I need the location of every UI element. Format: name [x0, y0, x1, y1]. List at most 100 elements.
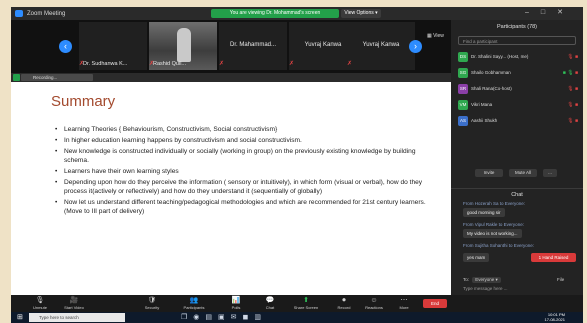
close-button[interactable]: ✕	[557, 9, 575, 16]
maximize-button[interactable]: □	[541, 9, 557, 16]
file-button[interactable]: File	[557, 277, 564, 282]
folder-icon[interactable]: ▤	[205, 314, 218, 321]
polls-icon: 📊	[231, 297, 241, 304]
toolbar-label: Unmute	[32, 305, 47, 310]
slide-bullet: Depending upon how do they perceive the …	[55, 179, 427, 196]
invite-button[interactable]: Invite	[475, 169, 503, 177]
participants-header: Participants (78)	[496, 24, 538, 30]
zoom-window: Zoom Meeting You are viewing Dr. Mohamma…	[11, 7, 583, 323]
participant-row[interactable]: VM Vikri Mana 🎙 ■	[458, 99, 580, 111]
chat-message: good morning sir	[463, 208, 505, 217]
participant-row[interactable]: SR Shali Rana(Co-host) 🎙 ■	[458, 83, 580, 95]
taskbar-search-input[interactable]: Type here to search	[29, 313, 125, 322]
video-off-icon: ■	[574, 70, 578, 76]
muted-mic-icon: ✗	[219, 61, 225, 67]
chat-message: yes mam	[463, 253, 490, 262]
unmute-button[interactable]: 🎙 Unmute	[23, 296, 57, 310]
document-icon[interactable]: ▥	[254, 314, 267, 321]
chat-message: My video is not working...	[463, 229, 522, 238]
participant-thumbnail[interactable]: Dr. Mahammad... ✗	[219, 22, 287, 70]
minimize-button[interactable]: –	[525, 9, 541, 16]
toolbar-label: Polls	[231, 305, 241, 310]
video-person	[177, 28, 191, 62]
start-video-button[interactable]: 🎥 Start Video	[57, 296, 91, 310]
mail-icon[interactable]: ✉	[231, 314, 243, 321]
task-view-icon[interactable]: ❐	[181, 314, 193, 321]
view-options-button[interactable]: View Options ▾	[341, 9, 381, 18]
window-controls: –□✕	[525, 8, 575, 16]
slide-bullet: Learning Theories { Behaviourism, Constr…	[55, 126, 427, 135]
participant-status-icons: ■ 🎙 ■	[563, 67, 578, 79]
slide-bullet: Learners have their own learning styles	[55, 168, 427, 177]
avatar: DS	[458, 52, 468, 62]
video-off-icon: ■	[574, 118, 578, 124]
gallery-view-button[interactable]: ▦ View	[427, 33, 444, 39]
participant-row[interactable]: DS Dr. Shalini Sayy... (Host, me) 🎙 ■	[458, 51, 580, 63]
record-button[interactable]: ⏺ Record	[327, 296, 361, 310]
toolbar-label: Start Video	[64, 305, 84, 310]
raised-hand-notice[interactable]: 1 Hand Raised	[531, 253, 576, 262]
chat-icon: 💬	[265, 297, 275, 304]
prev-page-arrow-icon[interactable]: ‹	[59, 40, 72, 53]
zoom-app-icon	[15, 10, 23, 17]
participant-name: Aashii Shukh	[471, 118, 498, 123]
participant-search-input[interactable]: Find a participant	[458, 36, 576, 45]
toolbar-label: Participants	[183, 305, 205, 310]
participants-button[interactable]: 👥 Participants	[177, 296, 211, 310]
participant-video-thumbnail[interactable]: ✗ Rashid Quil...	[149, 22, 217, 70]
participant-status-icons: 🎙 ■	[567, 115, 578, 127]
next-page-arrow-icon[interactable]: ›	[409, 40, 422, 53]
meeting-toolbar: 🎙 Unmute 🎥 Start Video 🛡 Security 👥 Part…	[11, 295, 583, 312]
chat-message-input[interactable]: Type message here ...	[463, 286, 575, 291]
recording-label: Recording...	[21, 74, 93, 81]
system-clock[interactable]: 10:01 PM 17-08-2021	[545, 312, 565, 322]
participant-thumbnail[interactable]: Yuvraj Kanwa ✗	[347, 22, 415, 70]
windows-start-icon[interactable]: ⊞	[17, 314, 24, 321]
window-title: Zoom Meeting	[27, 10, 66, 17]
video-thumbnail-strip: ‹ ✗ Dr. Sudhanwa K... ✗ Rashid Quil... D…	[11, 20, 451, 73]
more-button[interactable]: ⋯ More	[387, 296, 421, 310]
toolbar-label: More	[399, 305, 409, 310]
toolbar-label: Share Screen	[293, 305, 319, 310]
participant-name: Shali Rana(Co-host)	[471, 86, 512, 91]
mute-all-button[interactable]: Mute All	[509, 169, 537, 177]
toolbar-label: Security	[144, 305, 160, 310]
store-icon[interactable]: ▣	[218, 314, 231, 321]
avatar: AS	[458, 116, 468, 126]
shield-icon: 🛡	[147, 297, 157, 304]
slide-bullet: In higher education learning happens by …	[55, 137, 427, 146]
avatar: SG	[458, 68, 468, 78]
ellipsis-icon: ⋯	[400, 297, 408, 304]
polls-button[interactable]: 📊 Polls	[219, 296, 253, 310]
video-off-icon: ■	[574, 54, 578, 60]
microphone-icon: 🎙	[35, 297, 45, 304]
muted-mic-icon: ✗	[289, 61, 295, 67]
participant-row[interactable]: SG Shailo Gobhamman ■ 🎙 ■	[458, 67, 580, 79]
participant-status-icons: 🎙 ■	[567, 99, 578, 111]
participants-chat-panel: Participants (78) Find a participant DS …	[451, 20, 583, 295]
recording-badge-icon	[13, 74, 20, 81]
more-options-button[interactable]: ...	[543, 169, 557, 177]
avatar: SR	[458, 84, 468, 94]
participant-row[interactable]: AS Aashii Shukh 🎙 ■	[458, 115, 580, 127]
participant-name: Shailo Gobhamman	[471, 70, 511, 75]
participants-icon: 👥	[189, 297, 199, 304]
slide-bullet: New knowledge is constructed individuall…	[55, 148, 427, 165]
os-taskbar: ⊞ Type here to search ❐◉▤▣✉◼▥ 10:01 PM 1…	[11, 312, 583, 323]
title-bar: Zoom Meeting You are viewing Dr. Mohamma…	[11, 7, 583, 20]
end-meeting-button[interactable]: End	[423, 299, 447, 308]
participant-status-icons: 🎙 ■	[567, 83, 578, 95]
participant-status-icons: 🎙 ■	[567, 51, 578, 63]
share-screen-button[interactable]: ⬆ Share Screen	[289, 296, 323, 310]
chat-button[interactable]: 💬 Chat	[253, 296, 287, 310]
video-off-icon: ■	[574, 102, 578, 108]
toolbar-label: Chat	[265, 305, 275, 310]
browser-icon[interactable]: ◉	[193, 314, 205, 321]
security-button[interactable]: 🛡 Security	[135, 296, 169, 310]
thumbnail-name: Yuvraj Kanwa	[362, 42, 400, 48]
reactions-button[interactable]: ☺ Reactions	[357, 296, 391, 310]
zoom-taskbar-icon[interactable]: ◼	[243, 314, 255, 321]
recipient-select[interactable]: Everyone ▾	[472, 277, 501, 283]
participant-thumbnail[interactable]: ✗ Dr. Sudhanwa K...	[79, 22, 147, 70]
chat-recipient-row: To: Everyone ▾	[463, 277, 501, 283]
